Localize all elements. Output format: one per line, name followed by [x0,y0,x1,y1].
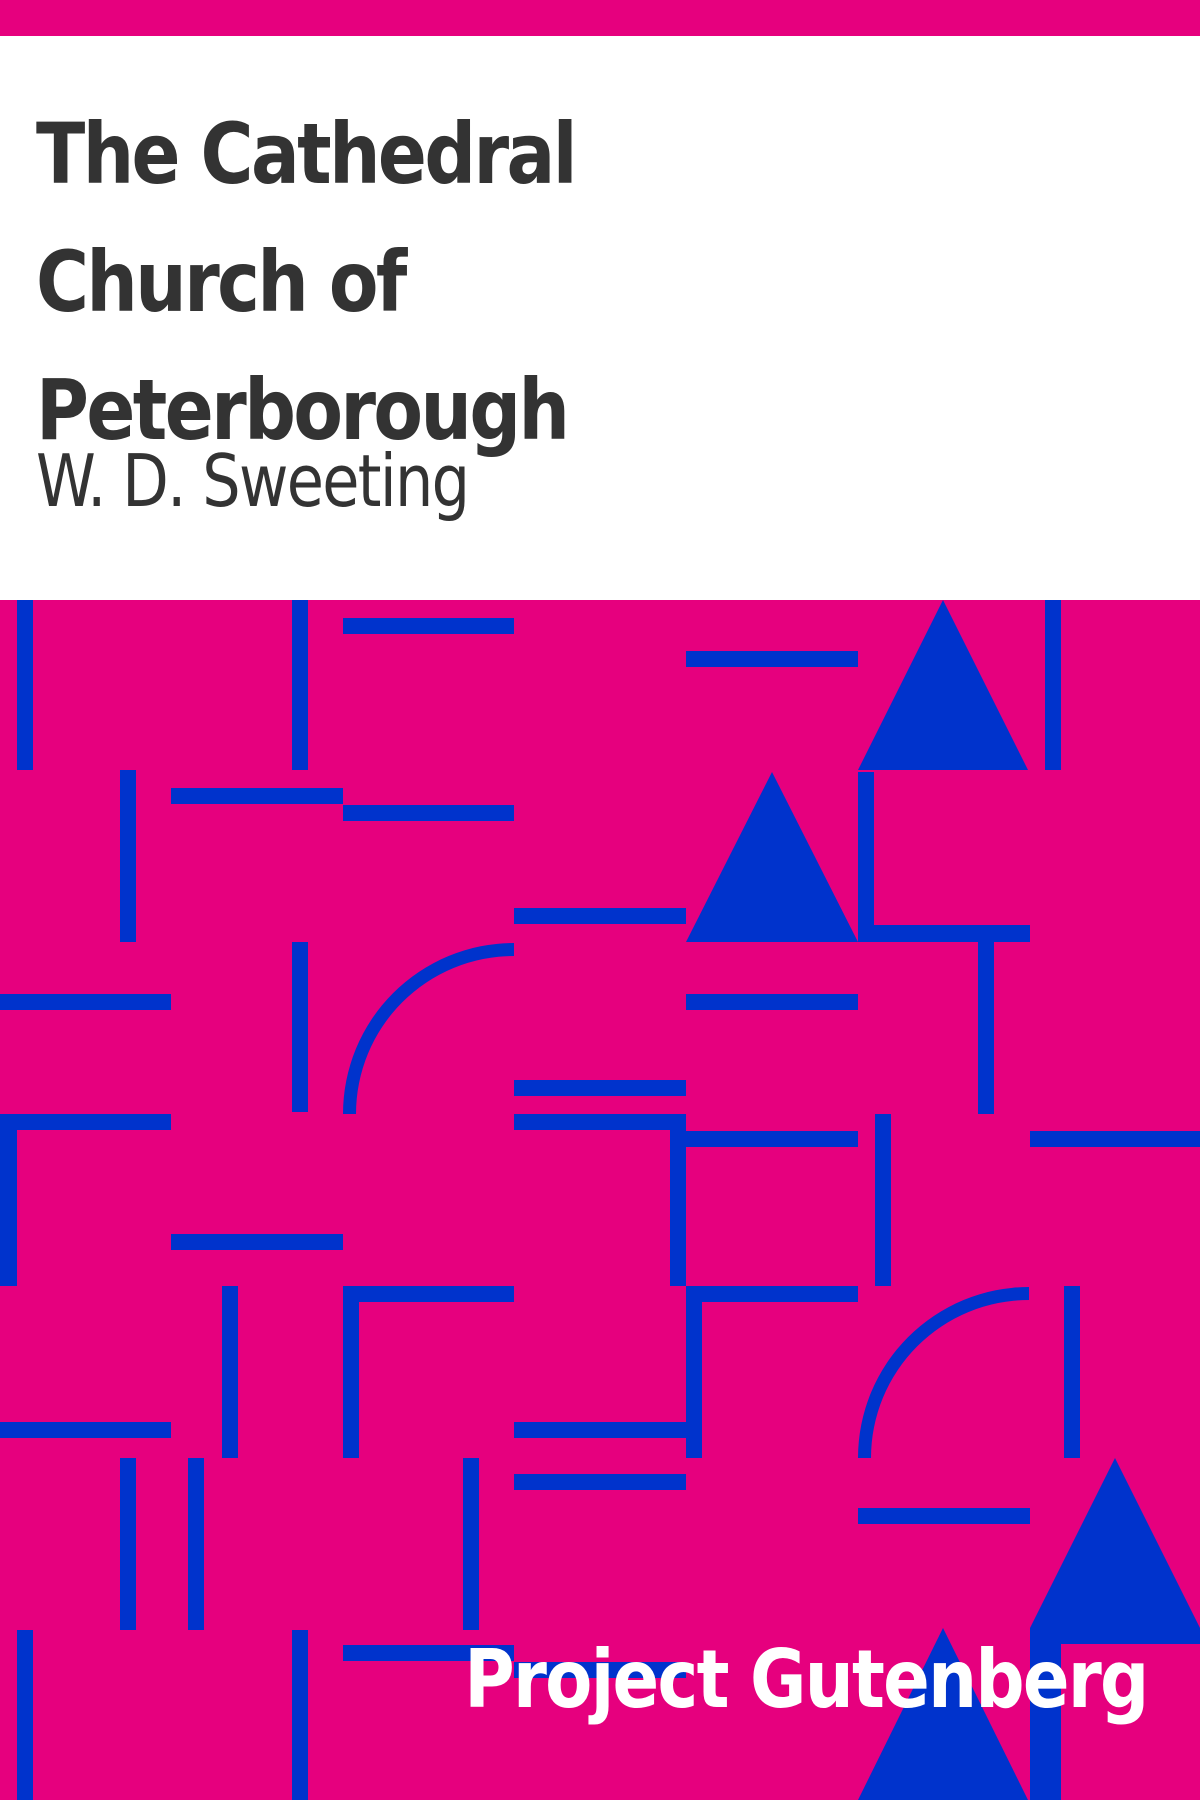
pattern-background [0,600,1200,1800]
horizontal-bar [343,618,514,634]
horizontal-bar [343,805,514,821]
vertical-bar [292,600,308,770]
pattern-svg [0,600,1200,1800]
book-cover: The Cathedral Church of Peterborough W. … [0,0,1200,1800]
vertical-bar [1064,1286,1080,1458]
horizontal-bar [171,788,343,804]
horizontal-bar [171,1234,343,1250]
horizontal-bar [514,1080,686,1096]
publisher-name: Project Gutenberg [464,1633,1150,1726]
vertical-bar [292,942,308,1112]
horizontal-bar [514,1474,686,1490]
book-author: W. D. Sweeting [36,439,470,523]
vertical-bar [17,1630,33,1800]
horizontal-bar [514,1422,686,1438]
vertical-bar [978,942,994,1114]
vertical-bar [120,1458,136,1630]
horizontal-bar [0,994,171,1010]
vertical-bar [222,1286,238,1458]
vertical-bar [1045,600,1061,770]
decorative-pattern [0,600,1200,1800]
horizontal-bar [1030,1131,1200,1147]
vertical-bar [120,770,136,942]
vertical-bar [188,1458,204,1630]
book-title: The Cathedral Church of Peterborough [36,105,577,459]
title-block: The Cathedral Church of Peterborough W. … [0,36,1200,600]
top-band [0,0,1200,36]
vertical-bar [17,600,33,770]
horizontal-bar [514,908,686,924]
horizontal-bar [858,1508,1030,1524]
vertical-bar [463,1458,479,1630]
horizontal-bar [686,994,858,1010]
vertical-bar [875,1114,891,1286]
vertical-bar [292,1630,308,1800]
horizontal-bar [0,1422,171,1438]
corner-bracket [670,1131,858,1147]
horizontal-bar [686,651,858,667]
